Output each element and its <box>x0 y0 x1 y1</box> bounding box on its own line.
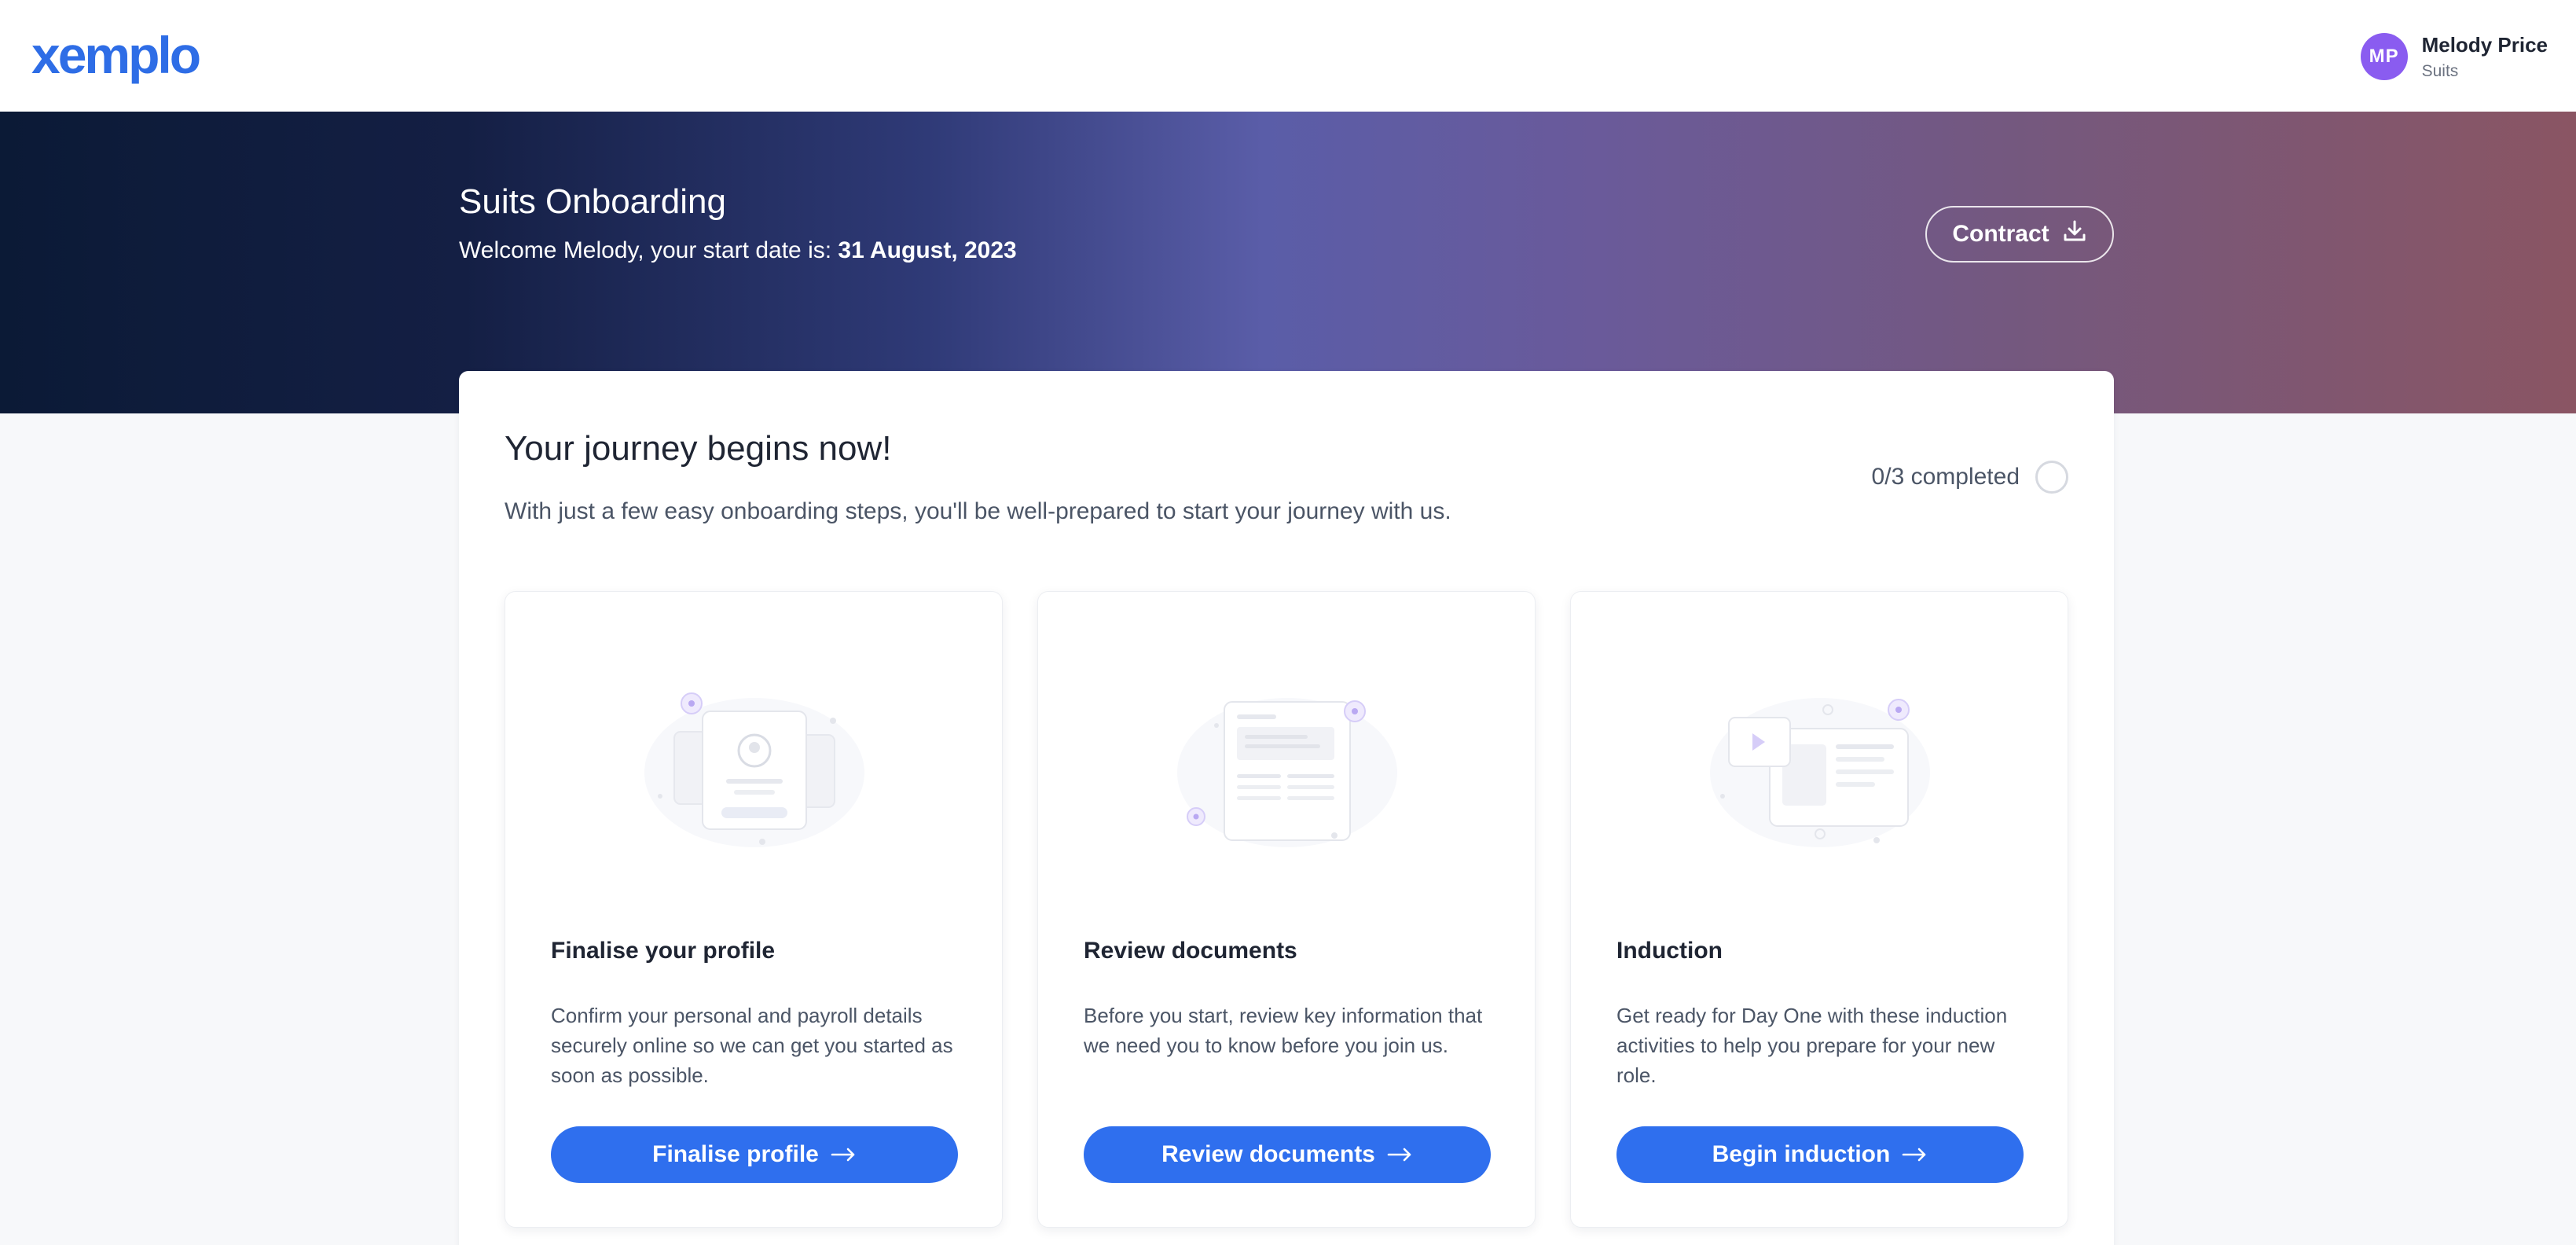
button-label: Finalise profile <box>652 1141 819 1167</box>
hero-banner: Suits Onboarding Welcome Melody, your st… <box>0 112 2576 413</box>
logo-text: xemplo <box>31 26 201 84</box>
induction-illustration <box>1702 678 1938 851</box>
avatar: MP <box>2360 33 2408 80</box>
download-icon <box>2062 219 2087 250</box>
documents-illustration <box>1169 678 1405 851</box>
user-company: Suits <box>2421 61 2459 80</box>
onboarding-steps: Finalise your profile Confirm your perso… <box>505 591 2068 1228</box>
review-documents-button[interactable]: Review documents <box>1084 1126 1491 1183</box>
arrow-right-icon <box>1901 1147 1928 1162</box>
journey-subtitle: With just a few easy onboarding steps, y… <box>505 498 1451 524</box>
step-card-documents: Review documents Before you start, revie… <box>1037 591 1536 1228</box>
step-title: Review documents <box>1084 938 1297 964</box>
step-title: Finalise your profile <box>551 938 776 964</box>
progress-indicator: 0/3 completed <box>1872 461 2068 494</box>
begin-induction-button[interactable]: Begin induction <box>1616 1126 2024 1183</box>
arrow-right-icon <box>1386 1147 1413 1162</box>
step-description: Confirm your personal and payroll detail… <box>551 1004 953 1087</box>
user-info: Melody Price Suits <box>2422 33 2548 81</box>
journey-title: Your journey begins now! <box>505 429 892 468</box>
welcome-prefix: Welcome Melody, your start date is: <box>459 237 838 263</box>
step-card-profile: Finalise your profile Confirm your perso… <box>505 591 1003 1228</box>
top-bar: xemplo MP Melody Price Suits <box>0 0 2576 112</box>
user-menu[interactable]: MP Melody Price Suits <box>2360 25 2548 88</box>
start-date: 31 August, 2023 <box>838 237 1017 263</box>
finalise-profile-button[interactable]: Finalise profile <box>551 1126 958 1183</box>
page-title: Suits Onboarding <box>459 182 726 221</box>
step-card-induction: Induction Get ready for Day One with the… <box>1570 591 2068 1228</box>
step-description: Get ready for Day One with these inducti… <box>1616 1004 2008 1087</box>
journey-card: Your journey begins now! With just a few… <box>459 371 2114 1245</box>
step-title: Induction <box>1616 938 1723 964</box>
progress-label: 0/3 completed <box>1871 464 2020 490</box>
xemplo-logo[interactable]: xemplo <box>31 24 201 86</box>
step-description: Before you start, review key information… <box>1084 1004 1483 1057</box>
contract-download-button[interactable]: Contract <box>1925 206 2114 263</box>
user-name: Melody Price <box>2421 32 2548 57</box>
welcome-text: Welcome Melody, your start date is: 31 A… <box>459 237 1017 264</box>
arrow-right-icon <box>830 1147 857 1162</box>
contract-label: Contract <box>1952 221 2049 247</box>
button-label: Review documents <box>1161 1141 1375 1167</box>
progress-ring-icon <box>2035 461 2068 494</box>
button-label: Begin induction <box>1712 1141 1891 1167</box>
profile-illustration <box>637 678 872 851</box>
